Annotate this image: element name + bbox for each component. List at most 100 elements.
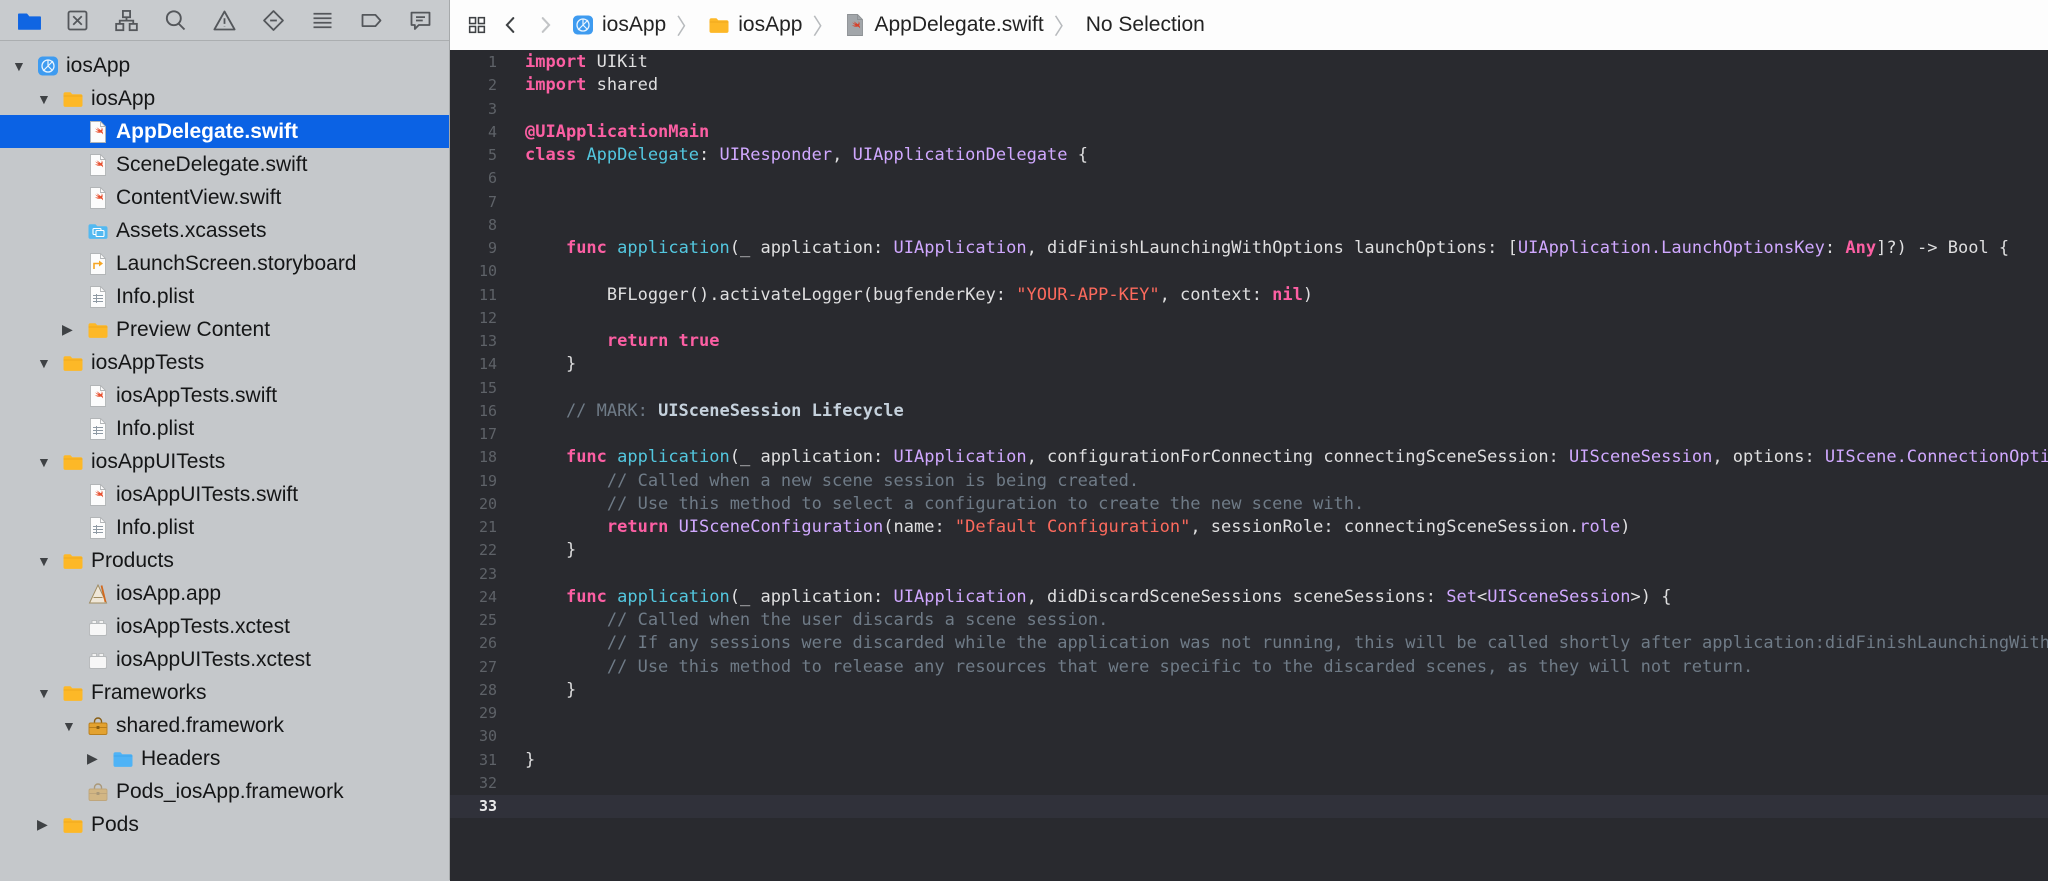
line-number[interactable]: 32: [450, 772, 497, 795]
breadcrumb-item[interactable]: AppDelegate.swift: [844, 13, 1044, 37]
code-line-13[interactable]: 13 return true: [450, 330, 2048, 353]
sidebar-item-info-plist[interactable]: Info.plist: [0, 412, 449, 445]
code-line-16[interactable]: 16 // MARK: UISceneSession Lifecycle: [450, 400, 2048, 423]
debug-navigator-icon[interactable]: [307, 5, 337, 35]
code-line-14[interactable]: 14 }: [450, 353, 2048, 376]
line-number[interactable]: 22: [450, 539, 497, 562]
code-line-22[interactable]: 22 }: [450, 539, 2048, 562]
line-number[interactable]: 6: [450, 167, 497, 190]
line-number[interactable]: 31: [450, 749, 497, 772]
code-line-1[interactable]: 1 import UIKit: [450, 51, 2048, 74]
disclosure-triangle-icon[interactable]: ▶: [35, 816, 61, 833]
code-line-18[interactable]: 18 func application(_ application: UIApp…: [450, 446, 2048, 469]
sidebar-item-shared-framework[interactable]: ▼ shared.framework: [0, 709, 449, 742]
code-line-12[interactable]: 12: [450, 307, 2048, 330]
sidebar-item-iosappuitests-xctest[interactable]: iosAppUITests.xctest: [0, 643, 449, 676]
line-number[interactable]: 4: [450, 121, 497, 144]
code-line-17[interactable]: 17: [450, 423, 2048, 446]
breadcrumb-item[interactable]: iosApp: [572, 13, 666, 37]
source-editor[interactable]: 1 import UIKit 2 import shared 3 4 @UIApplicat…: [450, 50, 2048, 881]
code-line-15[interactable]: 15: [450, 377, 2048, 400]
line-number[interactable]: 30: [450, 725, 497, 748]
code-line-30[interactable]: 30: [450, 725, 2048, 748]
disclosure-triangle-icon[interactable]: ▼: [10, 58, 36, 74]
code-line-5[interactable]: 5 class AppDelegate: UIResponder, UIAppli…: [450, 144, 2048, 167]
disclosure-triangle-icon[interactable]: ▶: [85, 750, 111, 767]
code-line-2[interactable]: 2 import shared: [450, 74, 2048, 97]
sidebar-item-products[interactable]: ▼ Products: [0, 544, 449, 577]
line-number[interactable]: 17: [450, 423, 497, 446]
sidebar-item-iosapptests-xctest[interactable]: iosAppTests.xctest: [0, 610, 449, 643]
breakpoint-navigator-icon[interactable]: [356, 5, 386, 35]
code-line-31[interactable]: 31}: [450, 749, 2048, 772]
code-line-11[interactable]: 11 BFLogger().activateLogger(bugfenderKe…: [450, 284, 2048, 307]
code-line-32[interactable]: 32: [450, 772, 2048, 795]
sidebar-item-pods[interactable]: ▶ Pods: [0, 808, 449, 841]
line-number[interactable]: 1: [450, 51, 497, 74]
sidebar-item-iosapptests[interactable]: ▼ iosAppTests: [0, 346, 449, 379]
sidebar-item-info-plist[interactable]: Info.plist: [0, 511, 449, 544]
line-number[interactable]: 9: [450, 237, 497, 260]
line-number[interactable]: 10: [450, 260, 497, 283]
disclosure-triangle-icon[interactable]: ▼: [35, 553, 61, 569]
forward-button[interactable]: [528, 8, 562, 42]
find-navigator-icon[interactable]: [161, 5, 191, 35]
code-line-23[interactable]: 23: [450, 563, 2048, 586]
line-number[interactable]: 18: [450, 446, 497, 469]
line-number[interactable]: 14: [450, 353, 497, 376]
disclosure-triangle-icon[interactable]: ▶: [60, 321, 86, 338]
line-number[interactable]: 13: [450, 330, 497, 353]
issue-navigator-icon[interactable]: [210, 5, 240, 35]
disclosure-triangle-icon[interactable]: ▼: [35, 685, 61, 701]
line-number[interactable]: 26: [450, 632, 497, 655]
code-line-7[interactable]: 7: [450, 191, 2048, 214]
code-line-19[interactable]: 19 // Called when a new scene session is…: [450, 470, 2048, 493]
sidebar-item-iosapp[interactable]: ▼ iosApp: [0, 82, 449, 115]
sidebar-item-iosappuitests-swift[interactable]: iosAppUITests.swift: [0, 478, 449, 511]
disclosure-triangle-icon[interactable]: ▼: [35, 454, 61, 470]
sidebar-item-iosappuitests[interactable]: ▼ iosAppUITests: [0, 445, 449, 478]
line-number[interactable]: 21: [450, 516, 497, 539]
code-line-3[interactable]: 3: [450, 98, 2048, 121]
line-number[interactable]: 19: [450, 470, 497, 493]
disclosure-triangle-icon[interactable]: ▼: [35, 355, 61, 371]
code-line-4[interactable]: 4 @UIApplicationMain: [450, 121, 2048, 144]
line-number[interactable]: 29: [450, 702, 497, 725]
report-navigator-icon[interactable]: [405, 5, 435, 35]
code-line-6[interactable]: 6: [450, 167, 2048, 190]
line-number[interactable]: 24: [450, 586, 497, 609]
sidebar-item-frameworks[interactable]: ▼ Frameworks: [0, 676, 449, 709]
code-line-8[interactable]: 8: [450, 214, 2048, 237]
line-number[interactable]: 33: [450, 795, 497, 818]
line-number[interactable]: 2: [450, 74, 497, 97]
line-number[interactable]: 3: [450, 98, 497, 121]
related-items-icon[interactable]: [460, 8, 494, 42]
sidebar-item-assets-xcassets[interactable]: Assets.xcassets: [0, 214, 449, 247]
code-line-20[interactable]: 20 // Use this method to select a config…: [450, 493, 2048, 516]
line-number[interactable]: 16: [450, 400, 497, 423]
sidebar-item-info-plist[interactable]: Info.plist: [0, 280, 449, 313]
sidebar-item-pods-iosapp-framework[interactable]: Pods_iosApp.framework: [0, 775, 449, 808]
disclosure-triangle-icon[interactable]: ▼: [35, 91, 61, 107]
sidebar-item-iosapp[interactable]: ▼ iosApp: [0, 49, 449, 82]
code-line-24[interactable]: 24 func application(_ application: UIApp…: [450, 586, 2048, 609]
sidebar-item-iosapp-app[interactable]: iosApp.app: [0, 577, 449, 610]
code-line-29[interactable]: 29: [450, 702, 2048, 725]
code-line-33[interactable]: 33: [450, 795, 2048, 819]
line-number[interactable]: 23: [450, 563, 497, 586]
line-number[interactable]: 20: [450, 493, 497, 516]
breadcrumb-item[interactable]: No Selection: [1086, 13, 1205, 37]
back-button[interactable]: [494, 8, 528, 42]
source-control-navigator-icon[interactable]: [63, 5, 93, 35]
line-number[interactable]: 12: [450, 307, 497, 330]
code-line-21[interactable]: 21 return UISceneConfiguration(name: "De…: [450, 516, 2048, 539]
code-line-27[interactable]: 27 // Use this method to release any res…: [450, 656, 2048, 679]
sidebar-item-contentview-swift[interactable]: ContentView.swift: [0, 181, 449, 214]
code-line-9[interactable]: 9 func application(_ application: UIAppl…: [450, 237, 2048, 260]
line-number[interactable]: 11: [450, 284, 497, 307]
line-number[interactable]: 15: [450, 377, 497, 400]
breadcrumb-item[interactable]: iosApp: [708, 13, 802, 37]
project-navigator-icon[interactable]: [14, 5, 44, 35]
code-line-26[interactable]: 26 // If any sessions were discarded whi…: [450, 632, 2048, 655]
symbol-navigator-icon[interactable]: [112, 5, 142, 35]
